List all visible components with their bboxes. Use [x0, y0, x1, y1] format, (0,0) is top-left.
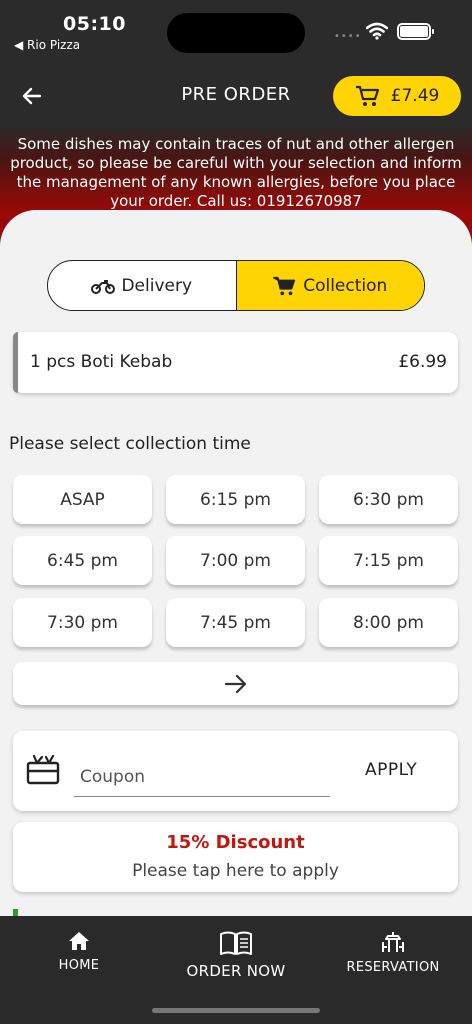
time-slot[interactable]: 7:30 pm	[13, 598, 152, 647]
delivery-option[interactable]: Delivery	[48, 261, 236, 310]
tab-reservation[interactable]: RESERVATION	[340, 930, 446, 975]
cart-button[interactable]: £7.49	[333, 76, 461, 116]
discount-title: 15% Discount	[166, 832, 305, 853]
allergen-notice: Some dishes may contain traces of nut an…	[10, 135, 462, 210]
wifi-icon	[366, 22, 388, 40]
time-slot-asap[interactable]: ASAP	[13, 475, 152, 524]
collection-time-label: Please select collection time	[9, 434, 251, 454]
delivery-label: Delivery	[121, 275, 193, 296]
time-slot[interactable]: 6:45 pm	[13, 536, 152, 585]
discount-card[interactable]: 15% Discount Please tap here to apply	[13, 822, 458, 892]
menu-book-icon	[220, 931, 252, 955]
tab-order-now[interactable]: ORDER NOW	[176, 930, 296, 980]
collection-label: Collection	[303, 275, 388, 296]
item-price: £6.99	[398, 352, 447, 372]
cart-total: £7.49	[390, 86, 440, 106]
time-slot[interactable]: 7:45 pm	[166, 598, 305, 647]
tab-home[interactable]: HOME	[46, 930, 112, 973]
apply-coupon-button[interactable]: APPLY	[365, 760, 417, 780]
order-type-toggle: Delivery Collection	[47, 260, 425, 311]
home-icon	[69, 932, 89, 950]
battery-icon	[397, 23, 434, 40]
dynamic-island	[167, 13, 305, 53]
more-times-button[interactable]	[13, 662, 458, 705]
time-slot[interactable]: 7:15 pm	[319, 536, 458, 585]
coupon-input[interactable]	[74, 757, 330, 797]
back-to-app-link[interactable]: ◀ Rio Pizza	[14, 38, 80, 52]
status-time: 05:10	[63, 13, 126, 35]
home-indicator	[152, 1008, 320, 1013]
time-slot[interactable]: 6:15 pm	[166, 475, 305, 524]
time-slot[interactable]: 7:00 pm	[166, 536, 305, 585]
cart-icon	[273, 276, 296, 295]
item-name: 1 pcs Boti Kebab	[30, 352, 173, 372]
discount-subtitle: Please tap here to apply	[132, 861, 339, 881]
tab-reservation-label: RESERVATION	[346, 960, 440, 975]
motorbike-icon	[91, 279, 116, 294]
signal-icon: ••••	[334, 31, 362, 42]
gift-card-icon	[26, 754, 60, 785]
tab-home-label: HOME	[58, 958, 100, 973]
time-slot[interactable]: 8:00 pm	[319, 598, 458, 647]
tab-order-now-label: ORDER NOW	[186, 962, 286, 980]
time-slot[interactable]: 6:30 pm	[319, 475, 458, 524]
collection-option[interactable]: Collection	[235, 261, 424, 310]
arrow-right-icon	[224, 674, 246, 693]
cart-icon	[355, 85, 379, 106]
coupon-card: APPLY	[13, 731, 458, 811]
item-accent-bar	[13, 332, 18, 393]
status-bar: 05:10 ◀ Rio Pizza ••••	[0, 0, 472, 60]
order-item-card[interactable]: 1 pcs Boti Kebab £6.99	[13, 332, 458, 393]
dining-table-icon	[382, 932, 404, 952]
